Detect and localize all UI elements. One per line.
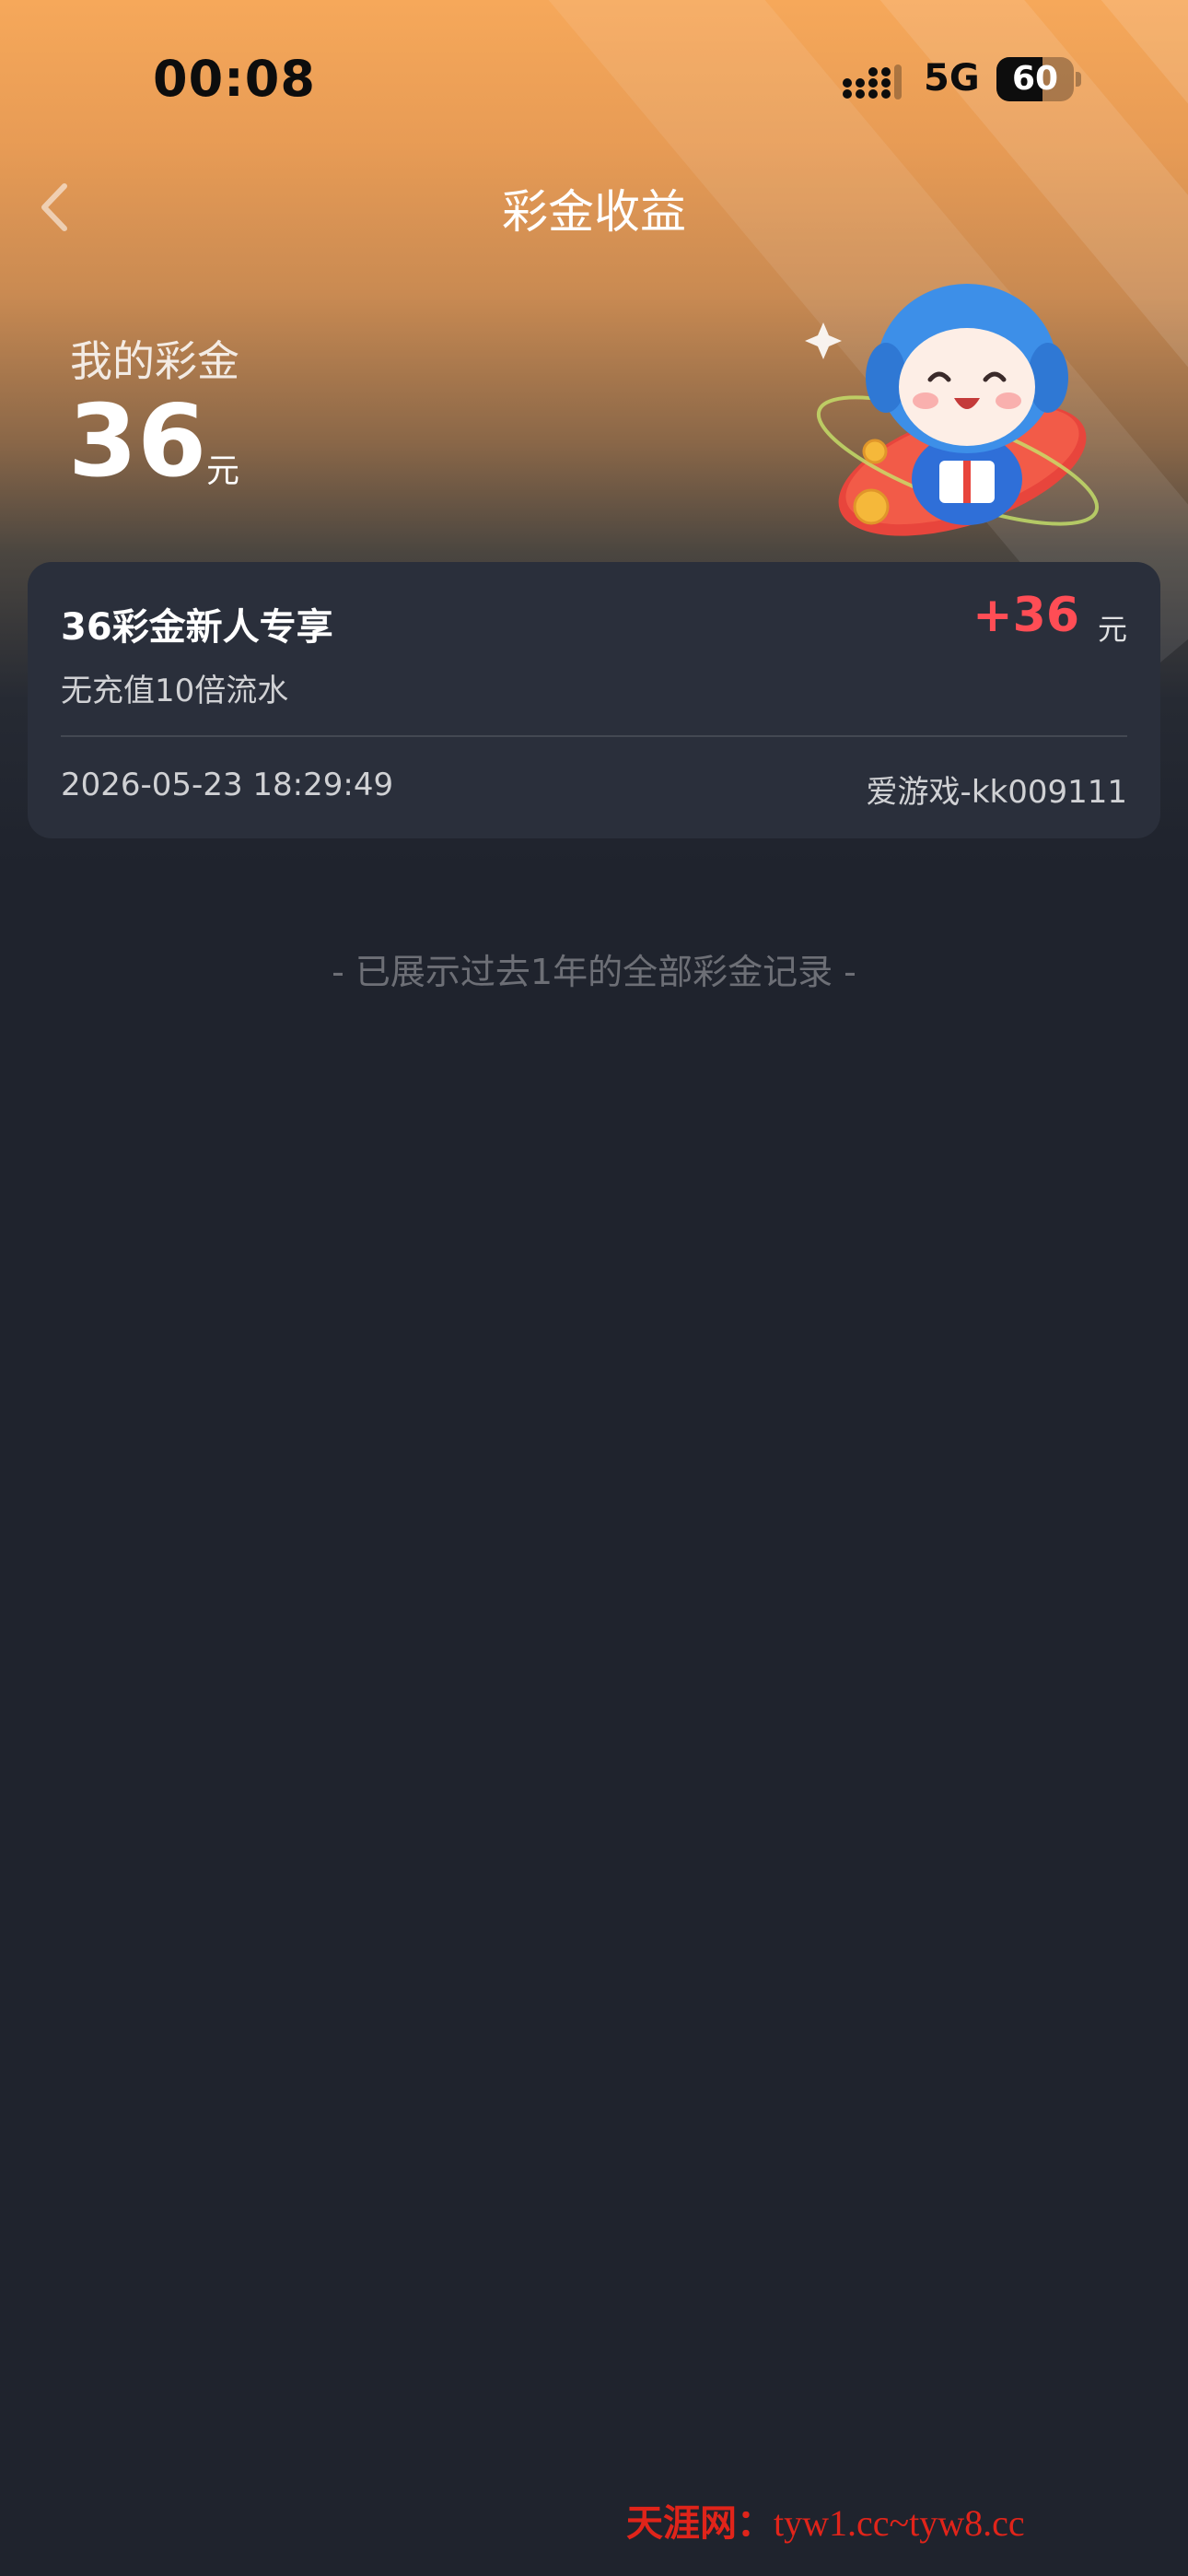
balance-amount: 36 xyxy=(68,384,207,499)
status-time: 00:08 xyxy=(153,50,316,108)
record-source: 爱游戏-kk009111 xyxy=(866,774,1127,811)
page-title: 彩金收益 xyxy=(502,185,686,239)
battery-tip xyxy=(1076,72,1081,87)
balance-label: 我的彩金 xyxy=(70,336,239,386)
watermark-url: tyw1.cc~tyw8.cc xyxy=(774,2502,1025,2544)
balance-unit: 元 xyxy=(206,452,240,490)
battery-level: 60 xyxy=(1011,60,1059,98)
mascot-illustration xyxy=(805,284,1100,536)
record-time: 2026-05-23 18:29:49 xyxy=(61,767,394,803)
record-title: 36彩金新人专享 xyxy=(61,606,333,649)
record-subtitle: 无充值10倍流水 xyxy=(61,673,289,709)
end-of-list-note: - 已展示过去1年的全部彩金记录 - xyxy=(332,952,856,992)
battery-icon: 60 xyxy=(996,57,1081,101)
watermark: 天涯网：tyw1.cc~tyw8.cc xyxy=(626,2493,1179,2547)
record-unit: 元 xyxy=(1097,612,1127,647)
watermark-name: 天涯网： xyxy=(626,2501,774,2545)
card-divider xyxy=(61,735,1127,737)
bonus-record-card[interactable]: 36彩金新人专享 无充值10倍流水 +36 元 2026-05-23 18:29… xyxy=(28,562,1160,838)
record-amount: +36 xyxy=(973,588,1079,643)
cellular-signal-icon xyxy=(843,64,902,100)
network-type: 5G xyxy=(924,57,980,100)
